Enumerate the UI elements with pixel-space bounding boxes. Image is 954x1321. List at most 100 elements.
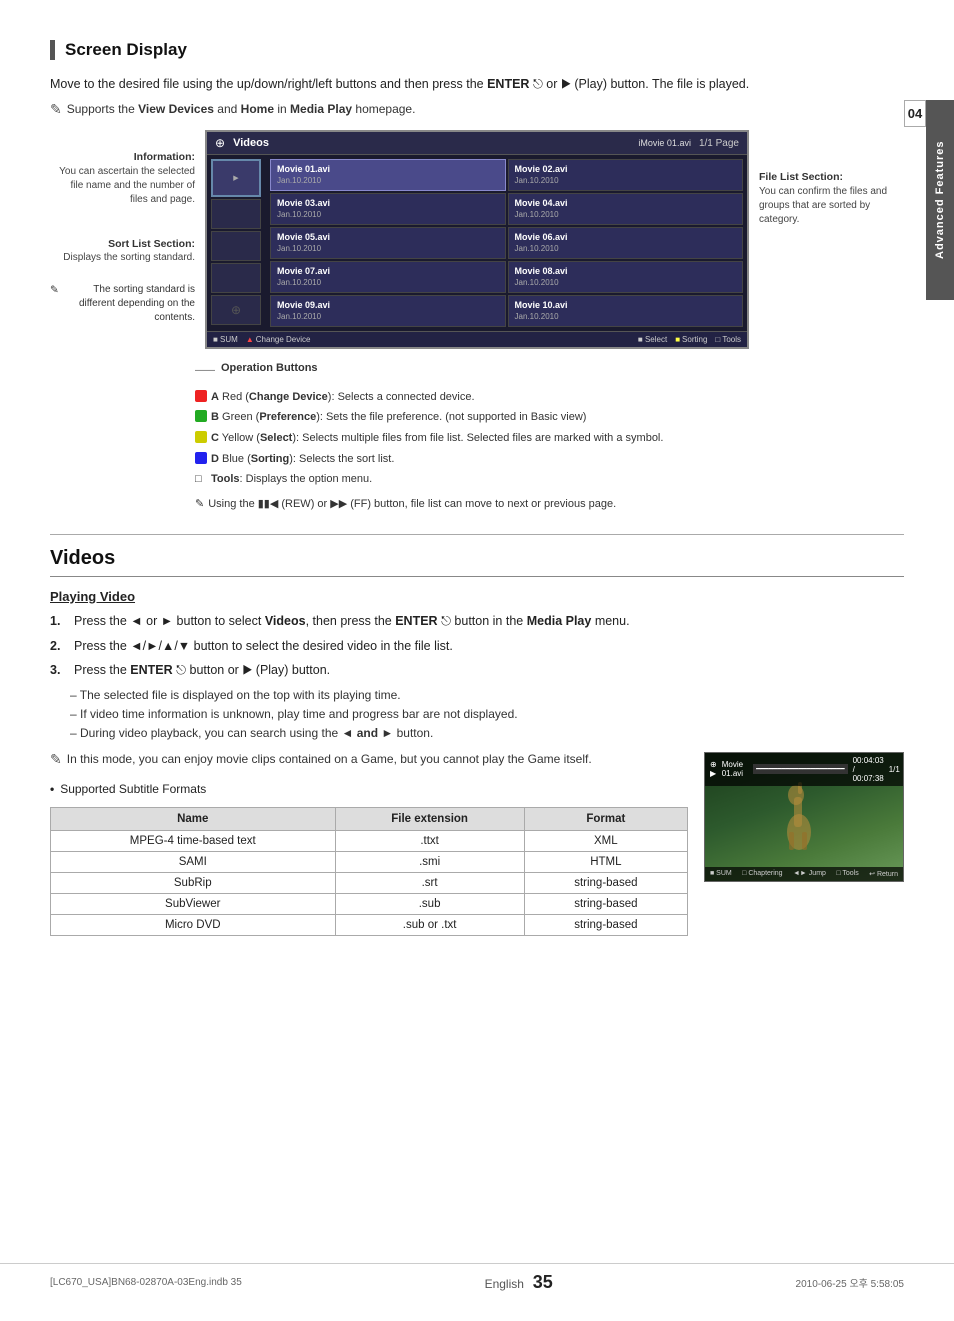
right-annotations: File List Section: You can confirm the f… bbox=[759, 130, 904, 349]
td-name-4: SubViewer bbox=[51, 893, 336, 914]
tv-thumbnails: ▶ ⊕ bbox=[211, 159, 266, 327]
step-1: Press the ◄ or ► button to select Videos… bbox=[50, 612, 904, 631]
op-note-icon: ✎ bbox=[195, 495, 204, 514]
page-container: 04 Advanced Features Screen Display Move… bbox=[0, 0, 954, 1321]
bullet-subtitle: Supported Subtitle Formats bbox=[50, 780, 688, 799]
table-row: MPEG-4 time-based text .ttxt XML bbox=[51, 830, 688, 851]
td-format-2: HTML bbox=[524, 851, 687, 872]
td-format-3: string-based bbox=[524, 872, 687, 893]
page-number: 35 bbox=[533, 1272, 553, 1292]
annotation-info-label: Information: bbox=[50, 150, 195, 165]
yellow-dot bbox=[195, 431, 207, 443]
bullet-3: During video playback, you can search us… bbox=[70, 724, 904, 743]
td-name-3: SubRip bbox=[51, 872, 336, 893]
note-game: ✎ In this mode, you can enjoy movie clip… bbox=[50, 752, 688, 768]
op-arrow: —— bbox=[195, 362, 215, 379]
tv-file-6: Movie 06.avi Jan.10.2010 bbox=[508, 227, 744, 259]
videos-divider bbox=[50, 576, 904, 577]
tv-header-title: Videos bbox=[233, 137, 630, 149]
thumb-progress: ━━━━━━━━━━━━━━━━━━━━━ bbox=[753, 764, 848, 774]
td-ext-3: .srt bbox=[335, 872, 524, 893]
op-red: A Red (Change Device): Selects a connect… bbox=[195, 388, 904, 407]
thumb-page: 1/1 bbox=[889, 765, 900, 774]
sort-note-text: The sorting standard is different depend… bbox=[63, 283, 195, 325]
operation-buttons: —— Operation Buttons A Red (Change Devic… bbox=[195, 359, 904, 514]
bullet-1: The selected file is displayed on the to… bbox=[70, 686, 904, 705]
op-yellow: C Yellow (Select): Selects multiple file… bbox=[195, 429, 904, 448]
red-dot bbox=[195, 390, 207, 402]
subtitle-table-wrapper: Name File extension Format MPEG-4 time-b… bbox=[50, 807, 688, 936]
table-row: SAMI .smi HTML bbox=[51, 851, 688, 872]
step-3-text: Press the ENTER ⎋ button or ▶ (Play) but… bbox=[74, 661, 330, 680]
left-annotations: Information: You can ascertain the selec… bbox=[50, 130, 195, 349]
note-line: ✎ Supports the View Devices and Home in … bbox=[50, 102, 904, 118]
giraffe-icon bbox=[764, 777, 844, 857]
step-2-text: Press the ◄/►/▲/▼ button to select the d… bbox=[74, 637, 453, 656]
playing-video-title: Playing Video bbox=[50, 589, 904, 604]
tv-file-8: Movie 08.avi Jan.10.2010 bbox=[508, 261, 744, 293]
td-name-5: Micro DVD bbox=[51, 914, 336, 935]
tv-file-grid: Movie 01.avi Jan.10.2010 Movie 02.avi Ja… bbox=[270, 159, 743, 327]
td-ext-5: .sub or .txt bbox=[335, 914, 524, 935]
table-row: Micro DVD .sub or .txt string-based bbox=[51, 914, 688, 935]
op-blue: D Blue (Sorting): Selects the sort list. bbox=[195, 450, 904, 469]
tv-header-subtitle: iMovie 01.avi bbox=[638, 138, 691, 148]
step-2: Press the ◄/►/▲/▼ button to select the d… bbox=[50, 637, 904, 656]
op-title-line: —— Operation Buttons bbox=[195, 359, 904, 382]
steps-list: Press the ◄ or ► button to select Videos… bbox=[50, 612, 904, 680]
chapter-label: Advanced Features bbox=[926, 100, 954, 300]
sort-note: ✎ The sorting standard is different depe… bbox=[50, 283, 195, 325]
op-red-text: A Red (Change Device): Selects a connect… bbox=[211, 388, 475, 407]
vf-sum: ■ SUM bbox=[710, 870, 732, 878]
tv-footer-sum: ■ SUM bbox=[213, 335, 238, 344]
op-tools: □ Tools: Displays the option menu. bbox=[195, 470, 904, 489]
footer-right: 2010-06-25 오후 5:58:05 bbox=[796, 1275, 904, 1290]
footer-left: [LC670_USA]BN68-02870A-03Eng.indb 35 bbox=[50, 1277, 242, 1288]
table-header-row: Name File extension Format bbox=[51, 807, 688, 830]
page-footer: [LC670_USA]BN68-02870A-03Eng.indb 35 Eng… bbox=[0, 1263, 954, 1301]
tv-file-10: Movie 10.avi Jan.10.2010 bbox=[508, 295, 744, 327]
note-text: Supports the View Devices and Home in Me… bbox=[67, 102, 416, 116]
blue-dot bbox=[195, 452, 207, 464]
annotation-information: Information: You can ascertain the selec… bbox=[50, 150, 195, 207]
op-green-text: B Green (Preference): Sets the file pref… bbox=[211, 408, 586, 427]
step-3: Press the ENTER ⎋ button or ▶ (Play) but… bbox=[50, 661, 904, 680]
thumb-time: 00:04:03 / 00:07:38 bbox=[853, 756, 884, 783]
screen-display-wrapper: Information: You can ascertain the selec… bbox=[50, 130, 904, 349]
section-divider bbox=[50, 534, 904, 535]
tv-thumb-5: ⊕ bbox=[211, 295, 261, 325]
tv-footer: ■ SUM ▲ Change Device ■ Select ■ Sorting… bbox=[207, 331, 747, 347]
page-number-group: English 35 bbox=[485, 1272, 553, 1293]
td-name-2: SAMI bbox=[51, 851, 336, 872]
tv-footer-sorting: ■ Sorting bbox=[675, 335, 707, 344]
td-format-5: string-based bbox=[524, 914, 687, 935]
annotation-filelist-label: File List Section: bbox=[759, 170, 904, 185]
tv-file-3: Movie 03.avi Jan.10.2010 bbox=[270, 193, 506, 225]
td-ext-2: .smi bbox=[335, 851, 524, 872]
section-title-text: Screen Display bbox=[65, 40, 187, 60]
td-name-1: MPEG-4 time-based text bbox=[51, 830, 336, 851]
annotation-filelist-desc: You can confirm the files and groups tha… bbox=[759, 185, 904, 227]
annotation-info-desc: You can ascertain the selected file name… bbox=[50, 165, 195, 207]
th-name: Name bbox=[51, 807, 336, 830]
videos-title: Videos bbox=[50, 547, 904, 570]
thumb-icon: ⊕ ▶ bbox=[710, 760, 717, 778]
vf-return: ↩ Return bbox=[869, 870, 898, 878]
sub-bullets: The selected file is displayed on the to… bbox=[70, 686, 904, 744]
td-format-4: string-based bbox=[524, 893, 687, 914]
note-game-text: In this mode, you can enjoy movie clips … bbox=[67, 752, 592, 766]
op-yellow-text: C Yellow (Select): Selects multiple file… bbox=[211, 429, 663, 448]
td-format-1: XML bbox=[524, 830, 687, 851]
tv-file-2: Movie 02.avi Jan.10.2010 bbox=[508, 159, 744, 191]
tv-thumb-2 bbox=[211, 199, 261, 229]
tv-thumb-4 bbox=[211, 263, 261, 293]
annotation-sort: Sort List Section: Displays the sorting … bbox=[50, 237, 195, 266]
table-row: SubRip .srt string-based bbox=[51, 872, 688, 893]
note-and-thumb-wrapper: ✎ In this mode, you can enjoy movie clip… bbox=[50, 752, 904, 936]
vf-jump: ◄► Jump bbox=[793, 870, 826, 878]
tv-header-icon: ⊕ bbox=[215, 136, 225, 150]
video-overlay: ⊕ ▶ Movie 01.avi ━━━━━━━━━━━━━━━━━━━━━ 0… bbox=[705, 753, 903, 786]
bullet-subtitle-text: Supported Subtitle Formats bbox=[60, 780, 206, 799]
tv-content-area: ▶ ⊕ Movie 01.avi Jan.10.2010 Movie 02.av… bbox=[207, 155, 747, 331]
tv-file-7: Movie 07.avi Jan.10.2010 bbox=[270, 261, 506, 293]
